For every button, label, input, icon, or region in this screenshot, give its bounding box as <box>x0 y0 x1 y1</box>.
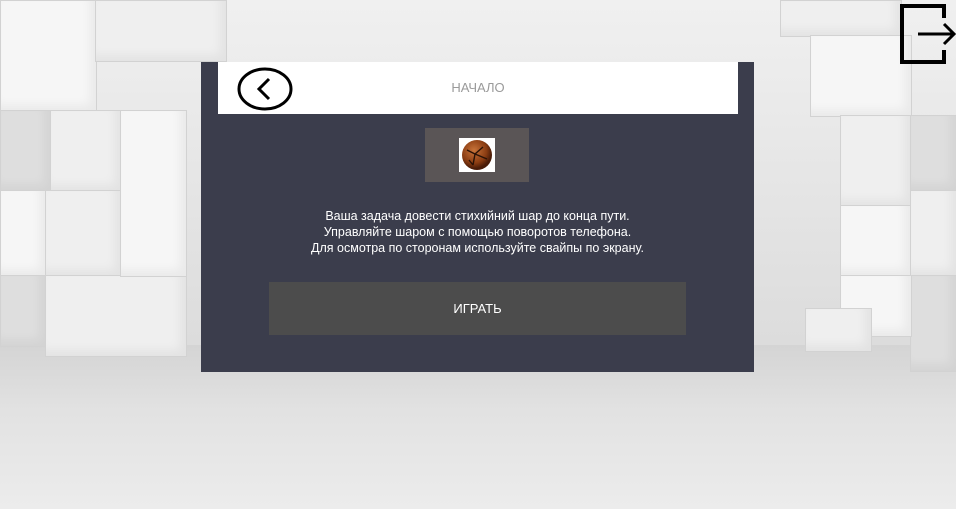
task-description: Ваша задача довести стихийний шар до кон… <box>201 208 754 256</box>
play-button[interactable]: ИГРАТЬ <box>269 282 686 335</box>
wall-block <box>910 275 956 372</box>
exit-button[interactable] <box>900 4 956 64</box>
wall-block <box>805 308 872 352</box>
exit-door-icon <box>900 4 956 64</box>
start-panel: НАЧАЛО Ваша задача довести стихийний шар… <box>201 62 754 372</box>
header-bar: НАЧАЛО <box>218 62 738 114</box>
description-line: Ваша задача довести стихийний шар до кон… <box>325 209 630 223</box>
description-line: Управляйте шаром с помощью поворотов тел… <box>323 225 632 239</box>
wall-block <box>910 190 956 277</box>
wall-block <box>45 190 122 277</box>
wall-block <box>0 190 47 277</box>
game-scene: НАЧАЛО Ваша задача довести стихийний шар… <box>0 0 956 509</box>
ball-selector[interactable] <box>425 128 529 182</box>
wall-block <box>840 205 912 277</box>
wall-block <box>780 0 902 37</box>
page-title: НАЧАЛО <box>451 80 505 95</box>
wall-block <box>910 115 956 192</box>
wall-block <box>0 275 47 347</box>
wall-block <box>0 0 97 112</box>
wall-block <box>120 110 187 277</box>
wall-block <box>50 110 122 192</box>
wall-block <box>810 35 912 117</box>
ball-preview <box>459 138 495 172</box>
wall-block <box>0 110 52 192</box>
wall-block <box>840 115 912 207</box>
description-line: Для осмотра по сторонам используйте свай… <box>311 241 644 255</box>
wall-block <box>95 0 227 62</box>
elemental-ball-icon <box>462 140 492 170</box>
chevron-left-circle-icon <box>237 67 293 111</box>
back-button[interactable] <box>237 67 293 111</box>
wall-block <box>45 275 187 357</box>
